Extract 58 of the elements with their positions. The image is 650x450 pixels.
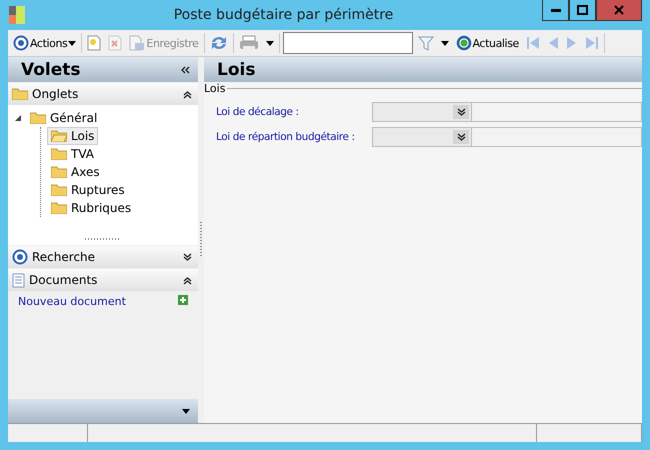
target-icon [12,249,28,265]
previous-icon [546,35,559,51]
tree-item[interactable]: Axes [47,163,104,181]
field-label: Loi de répartion budgétaire : [215,131,356,143]
add-icon[interactable] [178,295,188,305]
document-icon [12,272,25,288]
search-field[interactable] [282,32,412,54]
tree-item[interactable]: Lois [47,127,98,145]
close-button[interactable] [596,0,642,21]
tree-item[interactable]: Ruptures [47,181,129,199]
caret-icon [68,40,76,46]
new-document-link[interactable]: Nouveau document [18,295,178,308]
folder-icon [51,148,67,160]
collapse-icon [183,90,192,98]
expand-icon [456,132,466,142]
caret-icon [266,40,274,46]
expanded-arrow-icon[interactable] [14,114,22,122]
refresh-icon [210,35,228,51]
filter-icon [418,35,434,51]
caret-icon [182,408,190,414]
maximize-icon [577,5,588,15]
collapse-icon [183,276,192,284]
tree-item[interactable]: TVA [47,145,98,163]
first-icon [526,35,540,51]
section-header[interactable]: Onglets [8,83,198,105]
panel-title: Volets [21,60,82,80]
field-label: Loi de décalage : [215,106,300,118]
folder-icon [12,88,28,100]
delete-icon [108,35,122,51]
folder-icon [51,166,67,178]
target-icon [13,35,29,51]
tree-item[interactable]: Général [26,109,102,127]
tree-item[interactable]: Rubriques [47,199,136,217]
content-title: Lois [217,60,256,80]
collapse-panel-icon[interactable] [181,66,190,74]
folder-icon [30,112,46,124]
section-header[interactable]: Recherche [8,246,198,268]
group-title: Lois [204,82,226,94]
new-document-icon [87,35,102,51]
grip-icon[interactable] [85,237,121,241]
caret-icon [440,40,448,46]
expand-icon [456,108,466,116]
folder-icon [51,202,67,214]
minimize-button[interactable] [542,0,569,21]
window-title: Poste budgétaire par périmètre [172,7,394,23]
close-icon [614,5,624,15]
printer-icon [238,35,258,51]
next-icon [566,35,578,51]
save-icon [129,35,146,51]
expand-icon [183,252,192,262]
last-icon [584,35,599,51]
open-folder-icon [51,130,67,142]
reload-button[interactable]: Actualise [454,32,521,54]
minimize-icon [550,8,560,12]
section-header[interactable]: Documents [8,269,198,291]
actions-button[interactable]: Actions [11,32,78,54]
folder-icon [51,184,67,196]
app-icon [9,6,25,24]
